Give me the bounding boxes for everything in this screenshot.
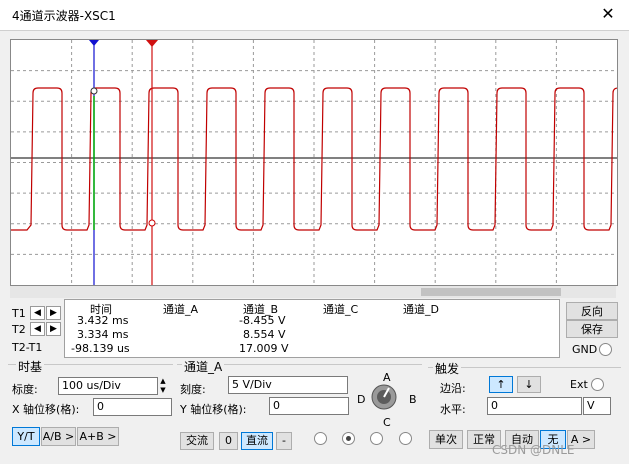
knob-label-c: C bbox=[383, 416, 391, 429]
level-input[interactable]: 0 bbox=[487, 397, 582, 415]
row2-time: 3.334 ms bbox=[77, 328, 129, 341]
knob-label-b: B bbox=[409, 393, 417, 406]
coupling-dc-button[interactable]: 直流 bbox=[241, 432, 273, 450]
cursor-diff-label: T2-T1 bbox=[12, 341, 43, 354]
close-icon[interactable]: ✕ bbox=[598, 4, 618, 24]
window-title: 4通道示波器-XSC1 bbox=[12, 9, 116, 23]
reverse-button[interactable]: 反向 bbox=[566, 302, 618, 320]
readout-table: 时间 通道_A 通道_B 通道_C 通道_D 3.432 ms -8.455 V… bbox=[64, 299, 560, 358]
channel-radio-1[interactable] bbox=[314, 432, 327, 445]
x-position-label: X 轴位移(格): bbox=[12, 403, 80, 416]
knob-label-d: D bbox=[357, 393, 366, 406]
channel-radio-3[interactable] bbox=[370, 432, 383, 445]
ext-label: Ext bbox=[570, 378, 588, 391]
row2-channel-b: 8.554 V bbox=[243, 328, 286, 341]
trigger-single-button[interactable]: 单次 bbox=[429, 430, 463, 449]
cursor-t2-label: T2 bbox=[12, 323, 26, 336]
channel-radio-2[interactable] bbox=[342, 432, 355, 445]
save-button[interactable]: 保存 bbox=[566, 320, 618, 338]
header-channel-c: 通道_C bbox=[323, 303, 359, 316]
level-unit[interactable]: V bbox=[583, 397, 611, 415]
cursor-t1-marker[interactable] bbox=[89, 40, 99, 46]
row1-channel-b: -8.455 V bbox=[239, 314, 286, 327]
cursor-t2-marker[interactable] bbox=[146, 40, 158, 47]
channel-scale-label: 刻度: bbox=[180, 383, 206, 396]
mode-a-plus-b-button[interactable]: A+B > bbox=[77, 427, 119, 446]
cursor-t2-point bbox=[148, 219, 156, 227]
trigger-title: 触发 bbox=[433, 360, 462, 377]
falling-edge-icon[interactable]: ↓ bbox=[517, 376, 541, 393]
row1-time: 3.432 ms bbox=[77, 314, 129, 327]
timebase-title: 时基 bbox=[16, 358, 45, 375]
edge-label: 边沿: bbox=[440, 382, 466, 395]
scope-screen bbox=[10, 39, 629, 286]
channel-scale-input[interactable]: 5 V/Div bbox=[228, 376, 348, 394]
y-position-input[interactable]: 0 bbox=[269, 397, 349, 415]
invert-button[interactable]: - bbox=[276, 432, 292, 450]
header-channel-a: 通道_A bbox=[163, 303, 199, 316]
mode-ab-button[interactable]: A/B > bbox=[41, 427, 76, 446]
channel-radio-4[interactable] bbox=[399, 432, 412, 445]
t2-left-arrow-icon[interactable]: ◀ bbox=[30, 322, 45, 336]
waveform-plot bbox=[11, 40, 629, 285]
channel-selector-knob-icon[interactable] bbox=[370, 383, 398, 411]
gnd-label: GND bbox=[572, 343, 598, 356]
timebase-scale-spinner[interactable]: ▲ ▼ bbox=[158, 377, 168, 395]
header-channel-d: 通道_D bbox=[403, 303, 439, 316]
channel-title: 通道_A bbox=[182, 358, 225, 375]
mode-yt-button[interactable]: Y/T bbox=[12, 427, 40, 446]
cursor-t1-point bbox=[90, 87, 98, 95]
t1-left-arrow-icon[interactable]: ◀ bbox=[30, 306, 45, 320]
row3-time: -98.139 us bbox=[71, 342, 130, 355]
row3-channel-b: 17.009 V bbox=[239, 342, 289, 355]
watermark: CSDN @DNLE bbox=[492, 443, 575, 457]
coupling-zero-button[interactable]: 0 bbox=[219, 432, 238, 450]
rising-edge-icon[interactable]: ↑ bbox=[489, 376, 513, 393]
scrollbar-thumb[interactable] bbox=[421, 288, 561, 296]
level-label: 水平: bbox=[440, 403, 466, 416]
t2-right-arrow-icon[interactable]: ▶ bbox=[46, 322, 61, 336]
timebase-scale-label: 标度: bbox=[12, 383, 38, 396]
timebase-scale-input[interactable]: 100 us/Div bbox=[58, 377, 158, 395]
t1-right-arrow-icon[interactable]: ▶ bbox=[46, 306, 61, 320]
y-position-label: Y 轴位移(格): bbox=[180, 403, 247, 416]
gnd-radio[interactable] bbox=[599, 343, 612, 356]
cursor-t1-label: T1 bbox=[12, 307, 26, 320]
coupling-ac-button[interactable]: 交流 bbox=[180, 432, 214, 450]
ext-radio[interactable] bbox=[591, 378, 604, 391]
x-position-input[interactable]: 0 bbox=[93, 398, 172, 416]
